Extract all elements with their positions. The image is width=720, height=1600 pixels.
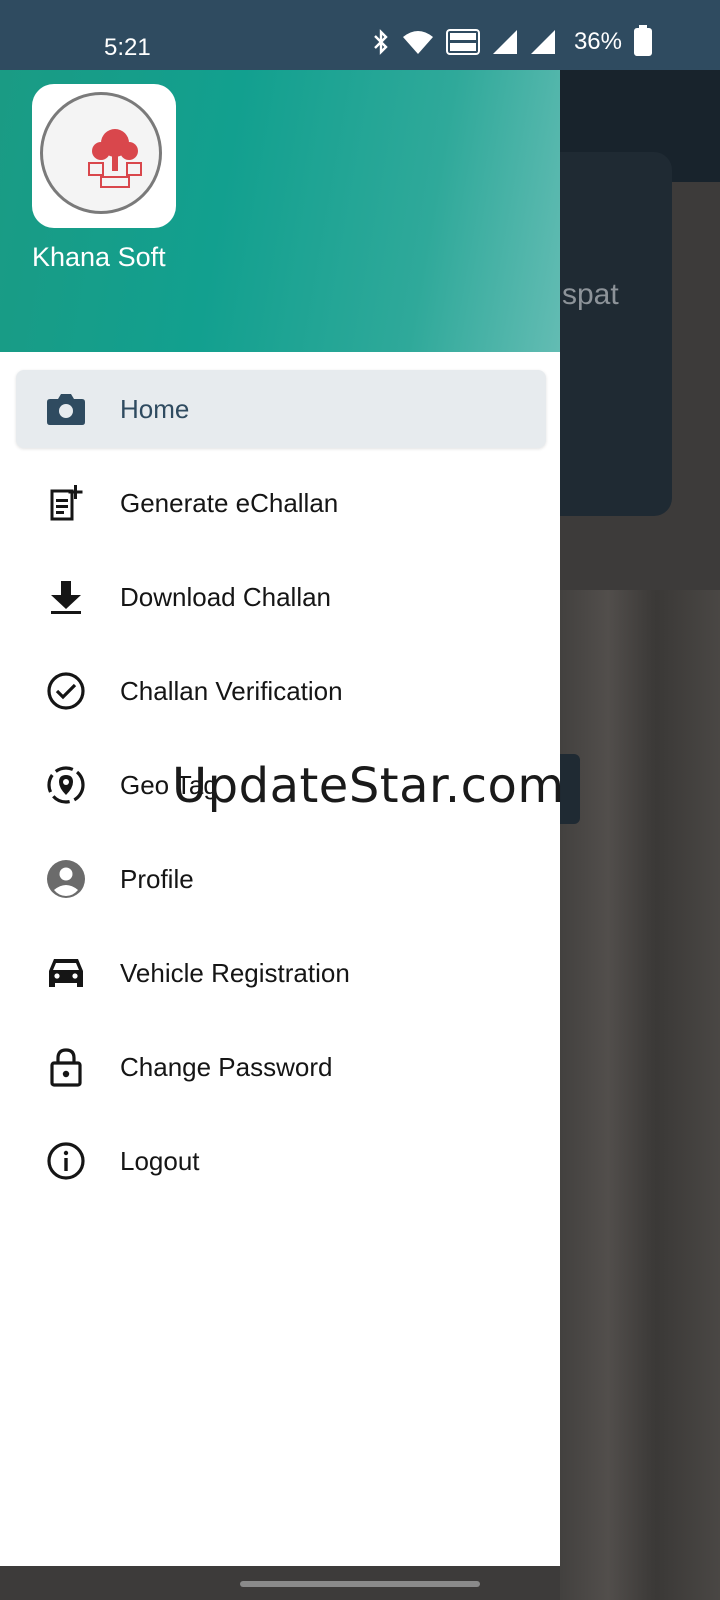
menu-item-vehicle-registration[interactable]: Vehicle Registration [16,934,546,1012]
app-name: Khana Soft [32,242,166,272]
logo-seal [40,92,162,214]
background-image [560,590,720,1600]
watermark: UpdateStar.com [172,758,565,814]
wifi-icon [402,31,433,54]
status-icons: 36% [372,25,652,56]
camera-icon [46,389,86,429]
drawer-header: Khana Soft [0,70,560,352]
battery-percent: 36% [573,28,622,55]
background-card-text: spat [562,278,619,311]
volte-icon [445,29,480,55]
info-icon [46,1141,86,1181]
menu-item-profile[interactable]: Profile [16,840,546,918]
account-circle-icon [46,859,86,899]
menu-label-profile: Profile [120,863,194,894]
menu-label-change-password: Change Password [120,1051,333,1082]
signal-icon [492,30,517,54]
menu-label-logout: Logout [120,1145,200,1176]
menu-item-home[interactable]: Home [16,370,546,448]
menu-item-challan-verification[interactable]: Challan Verification [16,652,546,730]
download-icon [46,577,86,617]
app-logo [32,84,176,228]
note-add-icon [46,483,86,523]
bluetooth-icon [374,29,388,55]
menu-label-download-challan: Download Challan [120,581,332,612]
menu-item-logout[interactable]: Logout [16,1122,546,1200]
status-bar: 5:21 36% [0,0,720,70]
menu-label-home: Home [120,393,190,424]
status-time: 5:21 [104,34,151,61]
car-icon [46,953,86,993]
gesture-nav-handle[interactable] [240,1581,480,1587]
menu-item-change-password[interactable]: Change Password [16,1028,546,1106]
navigation-drawer: Khana Soft Home Generate eChallan Downlo… [0,70,560,1566]
menu-label-generate-echallan: Generate eChallan [120,487,339,518]
check-circle-icon [46,671,86,711]
location-target-icon [46,765,86,805]
menu-item-generate-echallan[interactable]: Generate eChallan [16,464,546,542]
lock-icon [46,1047,86,1087]
menu-label-vehicle-registration: Vehicle Registration [120,957,350,988]
tree-emblem-icon [88,129,142,188]
signal-icon [530,30,555,54]
menu-label-challan-verification: Challan Verification [120,675,343,706]
menu-item-download-challan[interactable]: Download Challan [16,558,546,636]
battery-charging-icon [634,25,652,56]
